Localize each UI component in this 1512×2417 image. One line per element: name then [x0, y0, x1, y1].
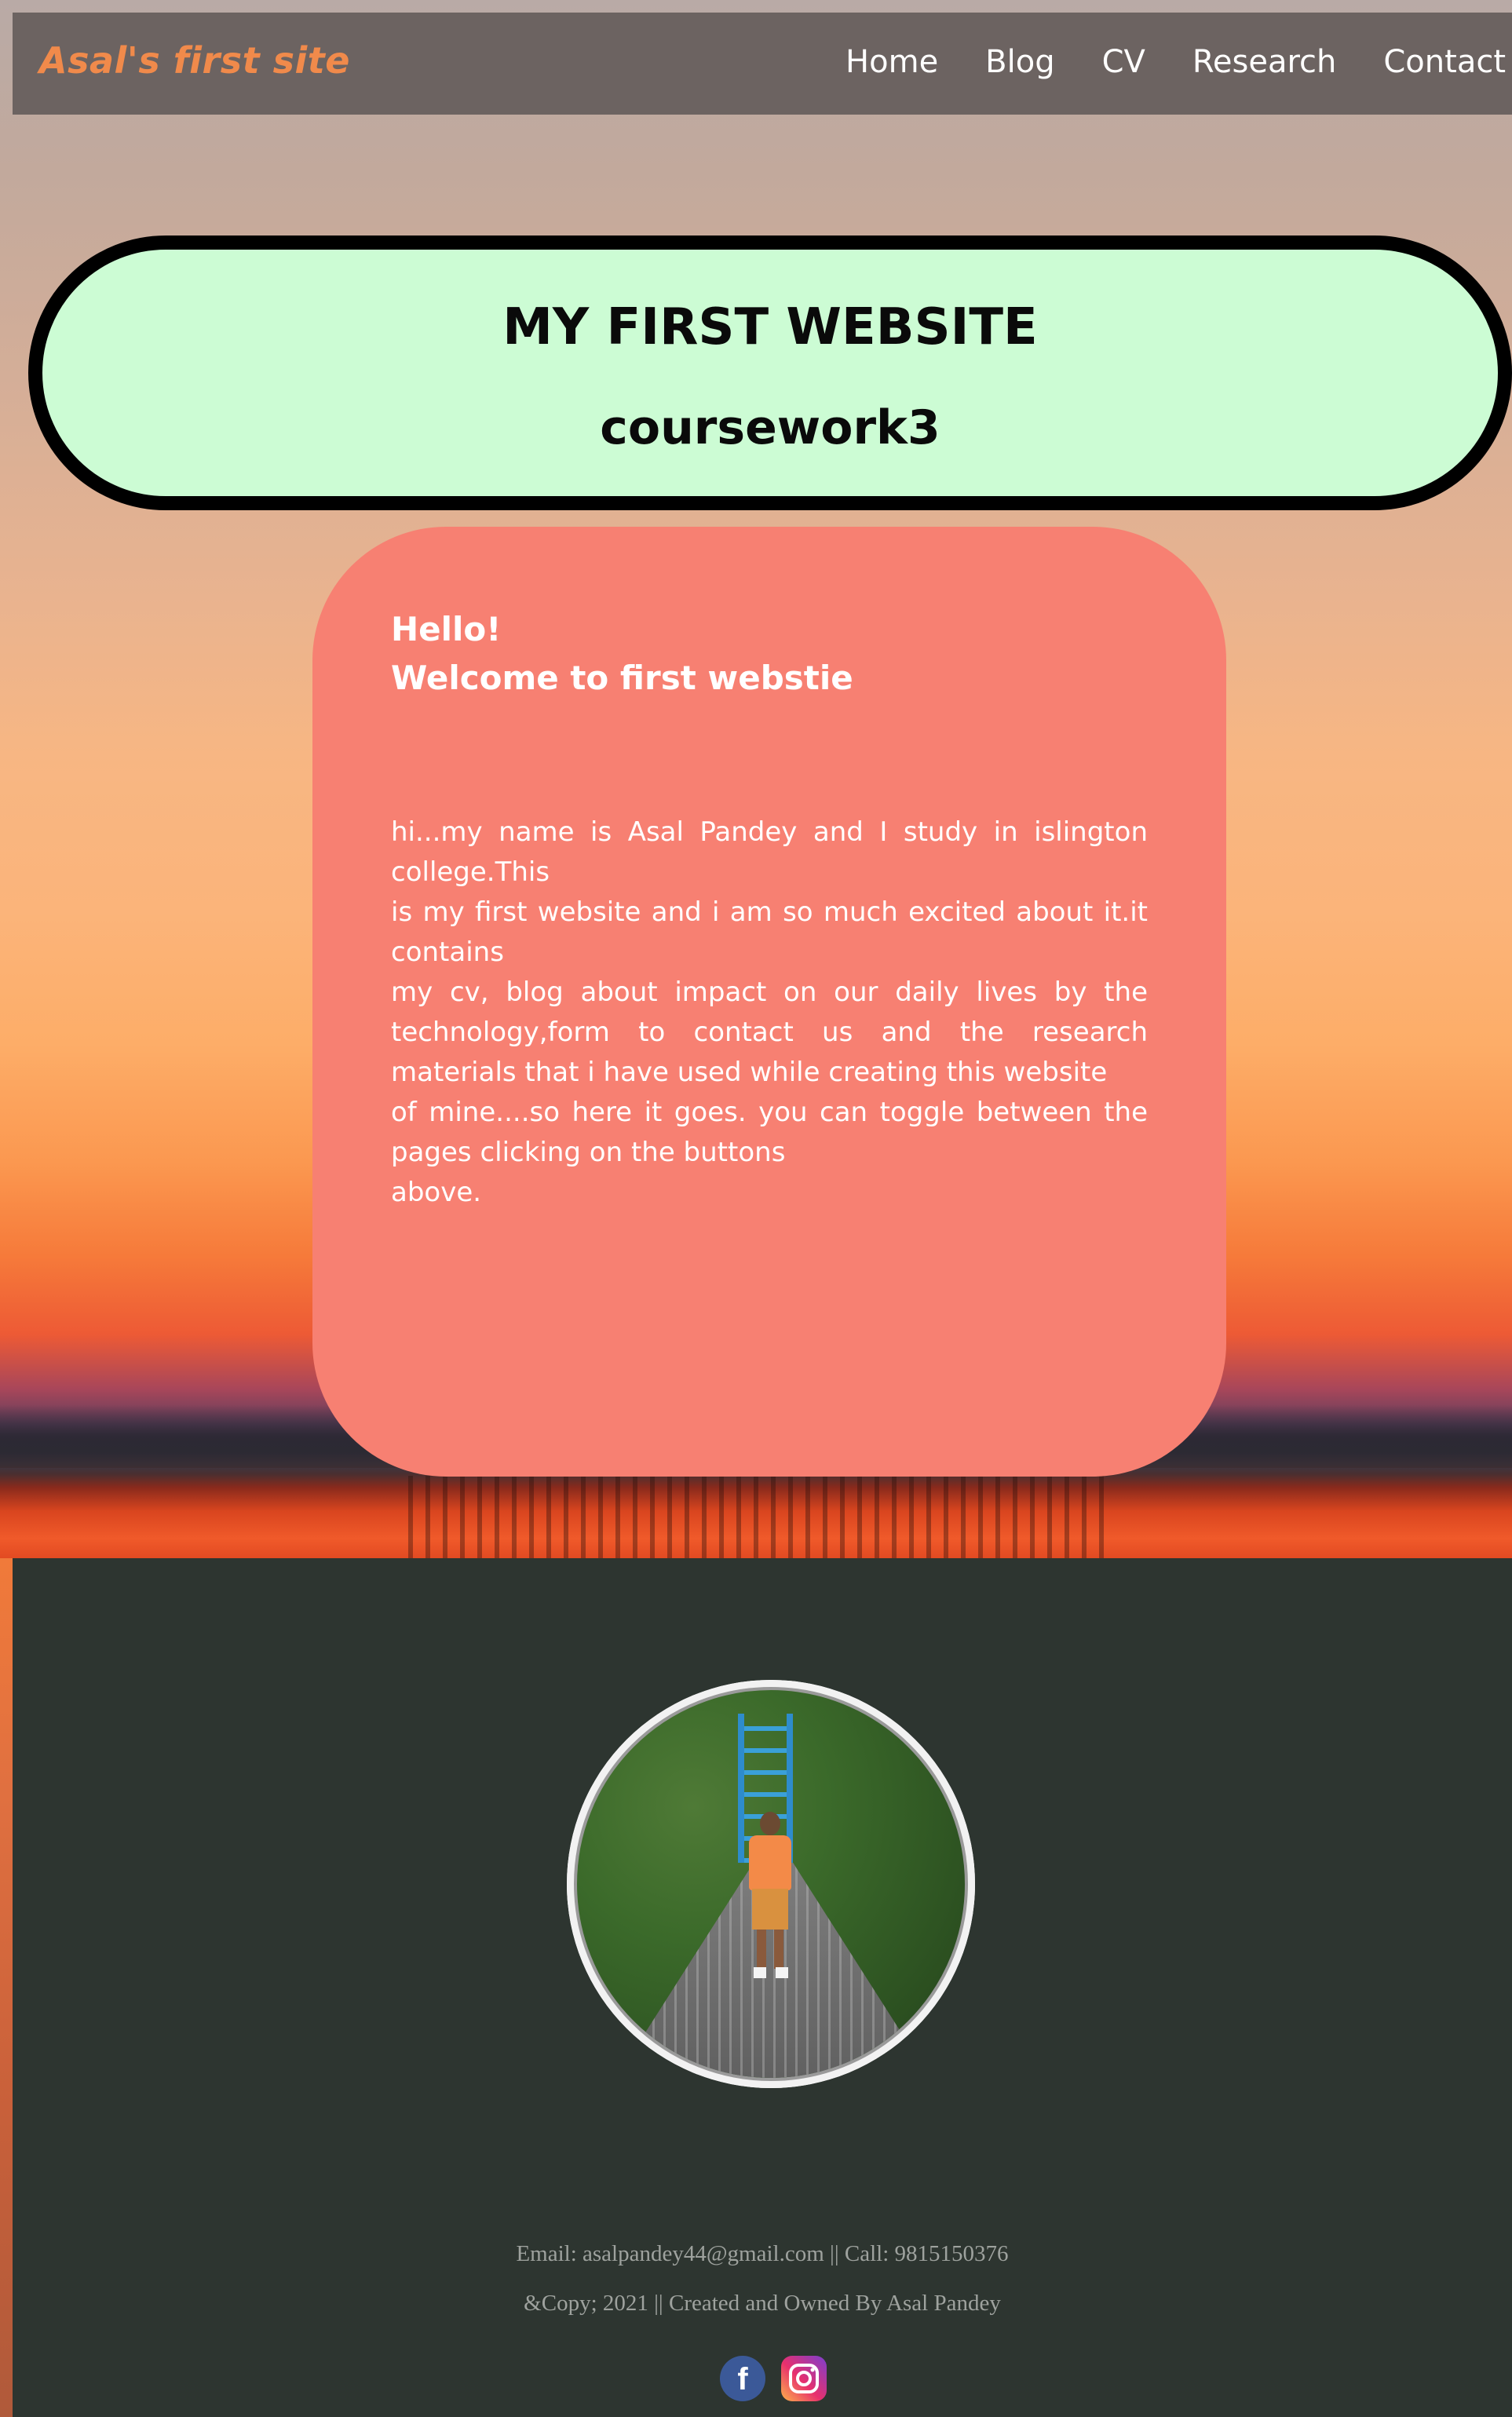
nav-research-link[interactable]: Research — [1192, 44, 1336, 80]
profile-photo — [567, 1680, 975, 2088]
page-title: MY FIRST WEBSITE — [502, 298, 1038, 356]
intro-line: is my first website and i am so much exc… — [391, 896, 1148, 968]
page-subtitle: coursework3 — [600, 400, 940, 455]
intro-line: hi...my name is Asal Pandey and I study … — [391, 816, 1148, 888]
site-brand-link[interactable]: Asal's first site — [39, 39, 350, 82]
welcome-heading: Hello! Welcome to first webstie — [391, 605, 1148, 703]
footer: Email: asalpandey44@gmail.com || Call: 9… — [13, 1558, 1512, 2417]
water-reflection — [408, 1476, 1115, 1558]
facebook-icon[interactable]: f — [719, 2355, 766, 2402]
person-figure — [746, 1812, 794, 1984]
intro-paragraph: hi...my name is Asal Pandey and I study … — [391, 812, 1148, 1213]
navbar: Asal's first site Home Blog CV Research … — [13, 13, 1512, 115]
svg-text:f: f — [737, 2362, 748, 2397]
contact-info: Email: asalpandey44@gmail.com || Call: 9… — [516, 2241, 1009, 2266]
left-background-strip — [0, 1558, 13, 2417]
instagram-icon[interactable] — [780, 2355, 827, 2402]
nav-contact-link[interactable]: Contact — [1383, 44, 1506, 80]
greeting-welcome: Welcome to first webstie — [391, 659, 853, 697]
welcome-card: Hello! Welcome to first webstie hi...my … — [312, 527, 1226, 1477]
copyright-text: &Copy; 2021 || Created and Owned By Asal… — [524, 2291, 1001, 2316]
intro-line: my cv, blog about impact on our daily li… — [391, 977, 1148, 1088]
title-banner: MY FIRST WEBSITE coursework3 — [28, 235, 1512, 510]
nav-cv-link[interactable]: CV — [1102, 44, 1145, 80]
nav-links: Home Blog CV Research Contact — [798, 44, 1512, 80]
nav-blog-link[interactable]: Blog — [985, 44, 1054, 80]
greeting-hello: Hello! — [391, 610, 502, 648]
nav-home-link[interactable]: Home — [845, 44, 938, 80]
social-links: f — [719, 2355, 842, 2402]
intro-line: above. — [391, 1177, 482, 1208]
intro-line: of mine....so here it goes. you can togg… — [391, 1097, 1148, 1168]
profile-photo-image — [574, 1687, 968, 2081]
